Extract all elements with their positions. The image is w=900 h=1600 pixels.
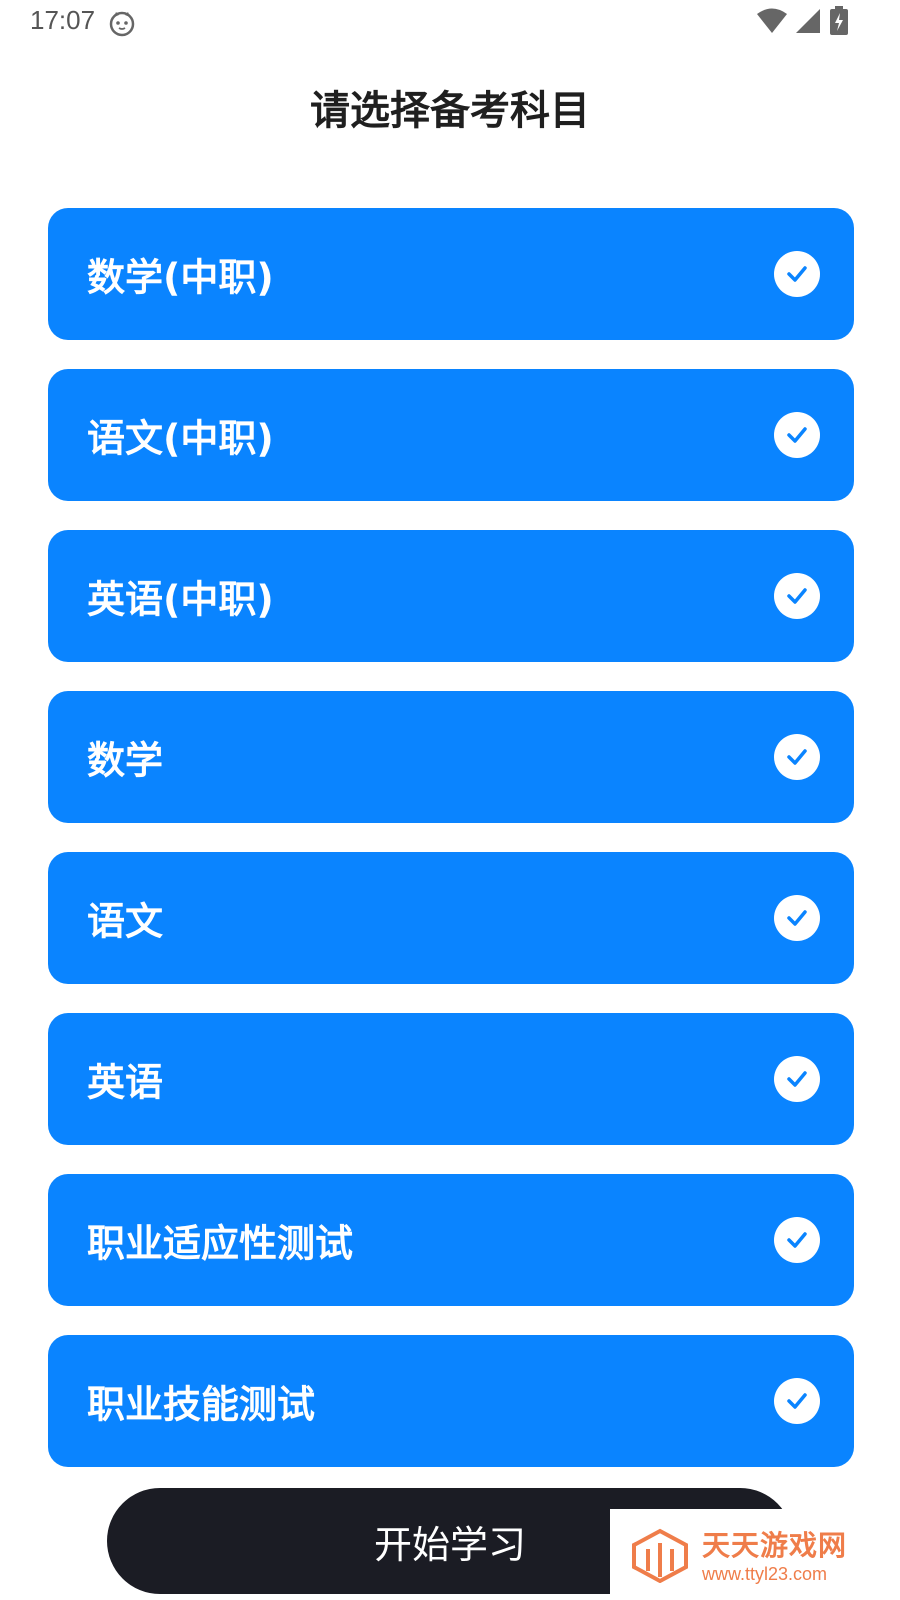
subject-label: 数学 [87, 738, 164, 783]
subject-list: 数学(中职) 语文(中职) 英语(中职) 数学 语文 英语 职业适应性测试 职业… [48, 208, 854, 1496]
check-circle-icon[interactable] [774, 895, 820, 941]
check-circle-icon[interactable] [774, 1217, 820, 1263]
subject-card[interactable]: 数学 [48, 691, 854, 823]
status-time: 17:07 [30, 5, 96, 35]
subject-card[interactable]: 语文 [48, 852, 854, 984]
watermark-url: www.ttyl23.com [702, 1564, 828, 1584]
subject-label: 职业技能测试 [87, 1382, 316, 1427]
subject-card[interactable]: 英语 [48, 1013, 854, 1145]
subject-card[interactable]: 数学(中职) [48, 208, 854, 340]
battery-charging-icon [830, 6, 848, 35]
subject-label: 英语 [87, 1060, 164, 1105]
wifi-icon [757, 8, 787, 33]
check-circle-icon[interactable] [774, 251, 820, 297]
check-circle-icon[interactable] [774, 734, 820, 780]
subject-label: 语文 [87, 899, 164, 944]
subject-label: 语文(中职) [87, 416, 274, 461]
status-icons [756, 6, 850, 36]
check-circle-icon[interactable] [774, 412, 820, 458]
subject-label: 英语(中职) [87, 577, 274, 622]
subject-label: 数学(中职) [87, 255, 274, 300]
watermark-logo-icon [632, 1528, 688, 1583]
check-circle-icon[interactable] [774, 573, 820, 619]
check-circle-icon[interactable] [774, 1056, 820, 1102]
signal-icon [796, 9, 820, 33]
subject-card[interactable]: 职业技能测试 [48, 1335, 854, 1467]
subject-card[interactable]: 职业适应性测试 [48, 1174, 854, 1306]
watermark-title: 天天游戏网 [702, 1529, 848, 1562]
subject-card[interactable]: 语文(中职) [48, 369, 854, 501]
watermark: 天天游戏网 www.ttyl23.com [610, 1509, 900, 1600]
status-bar: 17:07 [0, 0, 900, 46]
subject-card[interactable]: 英语(中职) [48, 530, 854, 662]
cat-icon [109, 11, 135, 37]
watermark-text: 天天游戏网 www.ttyl23.com [702, 1524, 847, 1585]
check-circle-icon[interactable] [774, 1378, 820, 1424]
page-title: 请选择备考科目 [310, 88, 590, 134]
subject-label: 职业适应性测试 [87, 1221, 354, 1266]
